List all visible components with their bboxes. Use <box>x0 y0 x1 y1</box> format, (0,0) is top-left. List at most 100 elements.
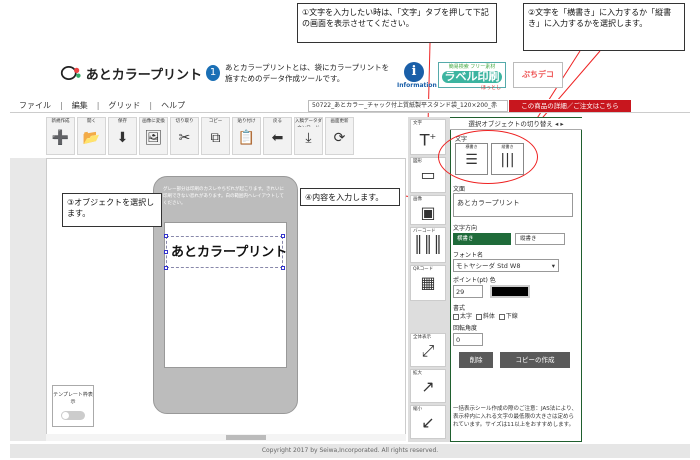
zoom-in-icon: ↗ <box>421 377 435 396</box>
banner-main-text: ラベル印刷 <box>442 71 502 83</box>
tab-qrcode[interactable]: QRコード ▦ <box>410 265 446 301</box>
resize-handle[interactable] <box>164 266 168 270</box>
direction-label: 文字方向 <box>453 225 478 232</box>
zoom-in-button[interactable]: 拡大 ↗ <box>410 369 446 403</box>
new-file-icon: ➕ <box>51 130 70 146</box>
color-swatch[interactable] <box>490 285 530 298</box>
tool-label: 切り取り <box>175 119 194 124</box>
zoom-in-label: 拡大 <box>413 371 422 376</box>
italic-checkbox[interactable] <box>475 313 482 320</box>
direction-buttons: 横書き 縦書き <box>453 233 573 245</box>
export-image-button[interactable]: 画像に変換 🖼 <box>139 117 168 155</box>
panel-title: 選択オブジェクトの切り替え ◂ ▸ <box>450 118 582 130</box>
rotation-label: 回転角度 <box>453 325 478 332</box>
italic-label: 斜体 <box>482 313 495 320</box>
delete-button[interactable]: 削除 <box>459 352 493 368</box>
banner-bottom-text: ほっとし <box>480 85 501 91</box>
submission-download-button[interactable]: 入稿データダウンロード ⤓ <box>294 117 323 155</box>
next-object-icon[interactable]: ▸ <box>560 120 563 128</box>
underline-checkbox[interactable] <box>498 313 505 320</box>
menu-file[interactable]: ファイル <box>10 100 60 111</box>
duplicate-button[interactable]: コピーの作成 <box>500 352 570 368</box>
undo-button[interactable]: 戻る ⬅ <box>263 117 292 155</box>
app-logo: あとカラープリント 1 <box>60 62 220 84</box>
resize-handle[interactable] <box>281 266 285 270</box>
refresh-button[interactable]: 画面更新 ⟳ <box>325 117 354 155</box>
font-size-field[interactable]: 29 <box>453 285 483 298</box>
download-icon: ⬇ <box>116 130 129 146</box>
template-frame-toggle-box: テンプレート枠表示 <box>52 385 94 427</box>
template-frame-toggle[interactable] <box>61 411 85 420</box>
text-content-field[interactable]: あとカラープリント <box>453 193 573 217</box>
file-name-field[interactable]: 50722_あとカラー_チャック付上質紙製平スタンド袋_120×200_赤 <box>308 100 508 112</box>
order-button[interactable]: この商品の詳細／ご注文はこちら <box>509 100 631 112</box>
style-options: 太字 斜体 下線 <box>453 311 578 320</box>
download-tray-icon: ⤓ <box>305 130 312 146</box>
left-gutter <box>10 158 46 441</box>
tool-label: 画面更新 <box>330 119 349 124</box>
resize-handle[interactable] <box>281 234 285 238</box>
logo-number: 1 <box>206 65 220 81</box>
paste-button[interactable]: 貼り付け 📋 <box>232 117 261 155</box>
info-label: Information <box>397 82 437 89</box>
tool-label: 画像に変換 <box>142 119 165 124</box>
panel-title-text: 選択オブジェクトの切り替え <box>468 120 553 128</box>
tool-label: 戻る <box>273 119 282 124</box>
size-color-label: ポイント(pt) 色 <box>453 277 496 284</box>
horizontal-direction-button[interactable]: 横書き <box>453 233 511 245</box>
label-print-banner[interactable]: 簡易検索 フリー素材 ラベル印刷 ほっとし <box>438 62 506 91</box>
tab-image-label: 画像 <box>413 197 422 202</box>
prev-object-icon[interactable]: ◂ <box>555 120 558 128</box>
zoom-out-label: 縮小 <box>413 407 422 412</box>
tab-barcode[interactable]: バーコード ║║║ <box>410 227 446 263</box>
logo-mark-icon <box>60 65 81 81</box>
bold-label: 太字 <box>460 313 473 320</box>
print-area-note: グレー部分は印刷のカスレやちぢれが起こります。きれいに印刷できない恐れがあります… <box>163 187 285 206</box>
text-object-content: あとカラープリント <box>171 245 288 260</box>
expand-icon: ⤢ <box>421 341 435 360</box>
chevron-down-icon: ▾ <box>551 262 555 270</box>
tool-label: コピー <box>208 119 223 124</box>
callout-3: ③オブジェクトを選択します。 <box>62 193 162 227</box>
tab-image[interactable]: 画像 ▣ <box>410 195 446 225</box>
fullscreen-button[interactable]: 全体表示 ⤢ <box>410 333 446 367</box>
rotation-field[interactable]: 0 <box>453 333 483 346</box>
copy-button[interactable]: コピー ⧉ <box>201 117 230 155</box>
footer: Copyright 2017 by Seiwa,Incorporated. Al… <box>10 444 690 458</box>
text-tool-icon: T+ <box>419 130 437 150</box>
menu-edit[interactable]: 編集 <box>63 100 97 111</box>
logo-text: あとカラープリント <box>85 67 202 83</box>
text-object[interactable]: あとカラープリント <box>166 236 288 268</box>
tool-label: 保存 <box>118 119 127 124</box>
tool-label: 貼り付け <box>237 119 256 124</box>
resize-handle[interactable] <box>164 234 168 238</box>
new-button[interactable]: 新規作成 ➕ <box>46 117 75 155</box>
vertical-direction-button[interactable]: 縦書き <box>515 233 565 245</box>
refresh-icon: ⟳ <box>333 130 346 146</box>
banner-top-text: 簡易検索 フリー素材 <box>448 64 496 70</box>
tool-label: 入稿データダウンロード <box>295 119 322 127</box>
underline-label: 下線 <box>505 313 518 320</box>
font-select[interactable]: モトヤシーダ Std W8 ▾ <box>453 259 559 272</box>
zoom-out-button[interactable]: 縮小 ↙ <box>410 405 446 439</box>
bold-checkbox[interactable] <box>453 313 459 320</box>
menu-grid[interactable]: グリッド <box>99 100 149 111</box>
resize-handle[interactable] <box>164 250 168 254</box>
tool-label: 新規作成 <box>51 119 70 124</box>
jas-notice: 一括表示シール作成の際のご注意：JAS法により、表示枠内に入れる文字の最低限の大… <box>453 406 577 428</box>
fullscreen-label: 全体表示 <box>413 335 431 340</box>
information-button[interactable]: i Information <box>397 62 437 92</box>
open-button[interactable]: 開く 📂 <box>77 117 106 155</box>
qrcode-icon: ▦ <box>420 273 436 292</box>
save-button[interactable]: 保存 ⬇ <box>108 117 137 155</box>
scrollbar-thumb[interactable] <box>226 435 266 440</box>
deco-banner[interactable]: ぷちデコ <box>513 62 563 88</box>
image-tool-icon: ▣ <box>420 203 436 222</box>
toolbar: 新規作成 ➕ 開く 📂 保存 ⬇ 画像に変換 🖼 切り取り ✂ コピー ⧉ 貼り付け 📋 戻る… <box>46 117 406 155</box>
tab-qrcode-label: QRコード <box>413 267 434 272</box>
font-label: フォント名 <box>453 252 484 259</box>
scissors-icon: ✂ <box>178 130 191 146</box>
menu-help[interactable]: ヘルプ <box>152 100 194 111</box>
cut-button[interactable]: 切り取り ✂ <box>170 117 199 155</box>
image-icon: 🖼 <box>144 130 163 146</box>
